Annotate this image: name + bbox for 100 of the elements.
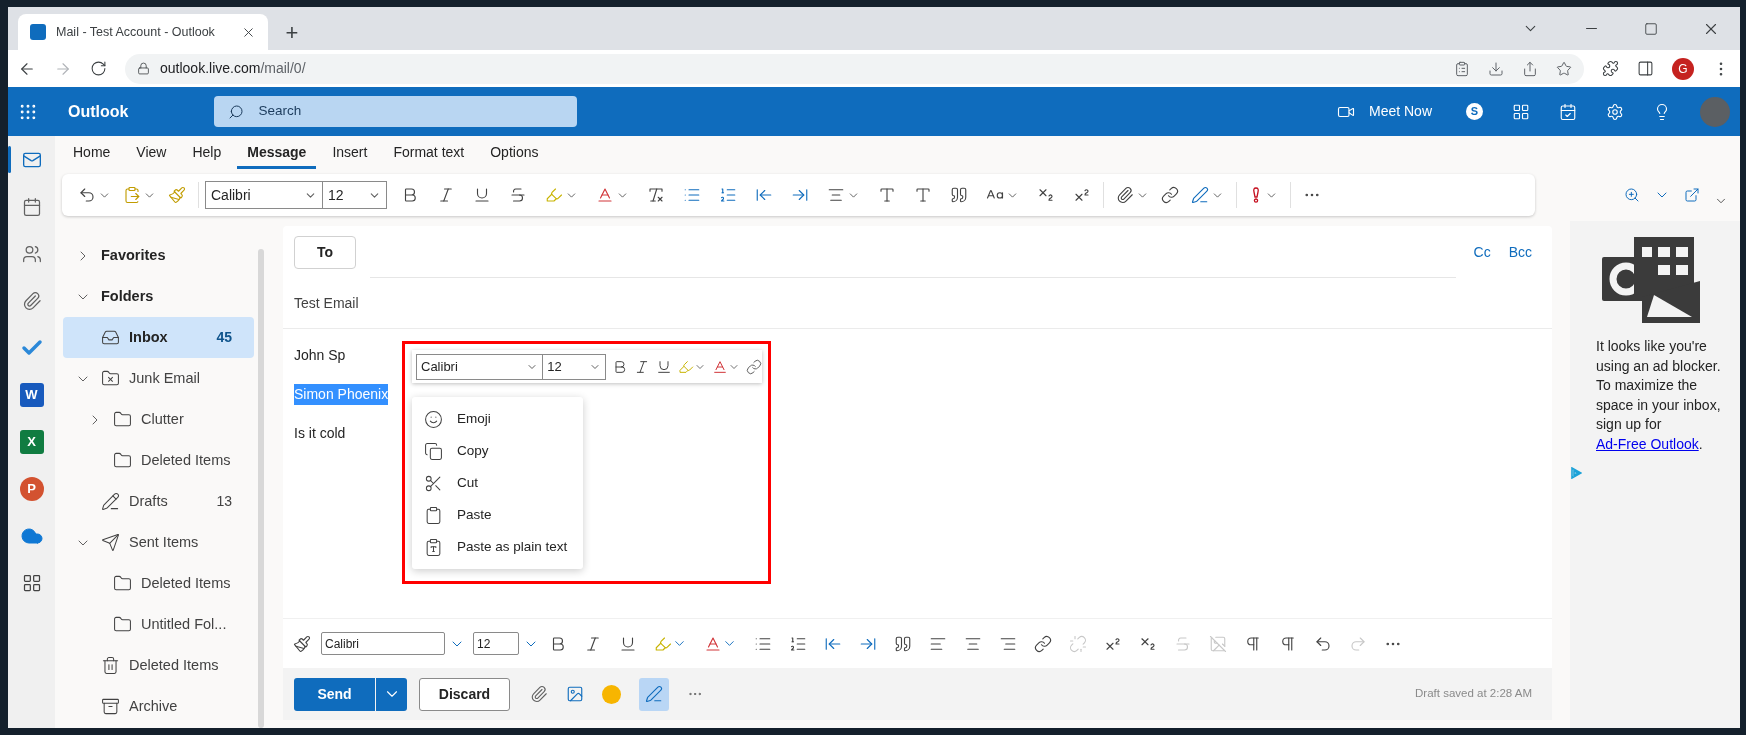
underline-icon[interactable] bbox=[473, 186, 491, 204]
share-icon[interactable] bbox=[1522, 60, 1538, 77]
folder-item[interactable]: Sent Items bbox=[63, 522, 254, 563]
folder-item[interactable]: Clutter bbox=[63, 399, 254, 440]
settings-icon[interactable] bbox=[1606, 102, 1624, 121]
right-to-left-icon[interactable] bbox=[1279, 634, 1297, 653]
font-dropdown[interactable]: Calibri bbox=[416, 353, 544, 380]
folder-item[interactable]: Folders bbox=[63, 276, 254, 317]
increase-indent-icon[interactable] bbox=[791, 186, 809, 204]
office-icon[interactable] bbox=[1512, 102, 1530, 121]
paste-icon[interactable] bbox=[123, 186, 141, 204]
link-icon[interactable] bbox=[1034, 634, 1052, 653]
word-app-icon[interactable]: W bbox=[19, 382, 44, 407]
folder-item[interactable]: Deleted Items bbox=[63, 440, 254, 481]
calendar-check-icon[interactable] bbox=[1559, 102, 1577, 121]
ribbon-tab[interactable]: Insert bbox=[322, 139, 378, 169]
font-dropdown[interactable]: Calibri bbox=[205, 181, 323, 209]
bookmark-star-icon[interactable] bbox=[1556, 60, 1572, 77]
underline-icon[interactable] bbox=[656, 358, 672, 375]
ribbon-tab[interactable]: Message bbox=[237, 139, 317, 169]
discard-button[interactable]: Discard bbox=[419, 677, 510, 711]
send-options-button[interactable] bbox=[376, 677, 407, 711]
strikethrough-icon[interactable] bbox=[509, 186, 527, 204]
undo-icon[interactable] bbox=[78, 186, 96, 204]
to-button[interactable]: To bbox=[294, 235, 356, 269]
bold-icon[interactable] bbox=[612, 358, 628, 375]
undo-icon[interactable] bbox=[1314, 634, 1332, 653]
font-color-icon[interactable] bbox=[596, 186, 614, 204]
folder-item[interactable]: Inbox 45 bbox=[63, 317, 254, 358]
image-icon[interactable] bbox=[566, 685, 584, 703]
profile-avatar[interactable]: G bbox=[1672, 57, 1694, 80]
underline-icon[interactable] bbox=[619, 634, 637, 653]
ribbon-tab[interactable]: Format text bbox=[383, 139, 475, 169]
pop-out-icon[interactable] bbox=[1684, 187, 1700, 203]
meet-now-button[interactable]: Meet Now bbox=[1336, 101, 1432, 122]
apps-icon[interactable] bbox=[21, 572, 42, 593]
editor-button[interactable] bbox=[639, 677, 669, 711]
folder-item[interactable]: Drafts 13 bbox=[63, 481, 254, 522]
font-size-dropdown[interactable]: 12 bbox=[543, 353, 606, 380]
signature-icon[interactable] bbox=[1191, 186, 1209, 204]
ribbon-tab[interactable]: View bbox=[126, 139, 177, 169]
send-button[interactable]: Send bbox=[294, 677, 375, 711]
address-bar[interactable]: outlook.live.com/mail/0/ bbox=[125, 53, 1584, 84]
folder-item[interactable]: Untitled Fol... bbox=[63, 604, 254, 645]
search-field[interactable]: Search bbox=[214, 96, 578, 127]
folder-item[interactable]: Junk Email bbox=[63, 358, 254, 399]
folder-item[interactable]: Deleted Items bbox=[63, 645, 254, 686]
menu-item[interactable]: Paste bbox=[412, 499, 583, 531]
font-size-field[interactable]: 12 bbox=[473, 632, 519, 655]
folder-item[interactable]: Favorites bbox=[63, 235, 254, 276]
side-panel-icon[interactable] bbox=[1637, 60, 1654, 77]
clear-formatting-icon[interactable] bbox=[647, 186, 665, 204]
scrollbar[interactable] bbox=[258, 249, 264, 728]
install-icon[interactable] bbox=[1488, 60, 1504, 77]
menu-item[interactable]: Copy bbox=[412, 435, 583, 467]
app-name[interactable]: Outlook bbox=[68, 99, 129, 124]
subscript-icon[interactable] bbox=[1037, 186, 1055, 204]
ribbon-tab[interactable]: Home bbox=[63, 139, 121, 169]
folder-item[interactable]: Archive bbox=[63, 686, 254, 727]
new-tab-button[interactable]: + bbox=[274, 14, 310, 50]
paperclip-icon[interactable] bbox=[530, 685, 548, 703]
powerpoint-app-icon[interactable]: P bbox=[19, 476, 44, 501]
ad-free-outlook-link[interactable]: Ad-Free Outlook bbox=[1596, 435, 1699, 452]
quote-icon[interactable] bbox=[894, 634, 912, 653]
numbered-list-icon[interactable] bbox=[789, 634, 807, 653]
italic-icon[interactable] bbox=[584, 634, 602, 653]
decrease-indent-icon[interactable] bbox=[755, 186, 773, 204]
bullet-list-icon[interactable] bbox=[683, 186, 701, 204]
quote-icon[interactable] bbox=[950, 186, 968, 204]
extensions-icon[interactable] bbox=[1602, 60, 1619, 77]
clipboard-icon[interactable] bbox=[1454, 60, 1470, 77]
menu-item[interactable]: Paste as plain text bbox=[412, 531, 583, 563]
maximize-icon[interactable] bbox=[1644, 21, 1658, 36]
italic-icon[interactable] bbox=[437, 186, 455, 204]
right-to-left-icon[interactable] bbox=[914, 186, 932, 204]
excel-app-icon[interactable]: X bbox=[19, 429, 44, 454]
format-painter-icon[interactable] bbox=[293, 634, 311, 653]
zoom-icon[interactable] bbox=[1624, 187, 1640, 203]
font-color-icon[interactable] bbox=[712, 358, 728, 375]
ribbon-tab[interactable]: Options bbox=[480, 139, 549, 169]
left-to-right-icon[interactable] bbox=[878, 186, 896, 204]
paperclip-icon[interactable] bbox=[1116, 186, 1134, 204]
paperclip-icon[interactable] bbox=[21, 290, 42, 311]
font-size-dropdown[interactable]: 12 bbox=[323, 181, 387, 209]
link-icon[interactable] bbox=[1161, 186, 1179, 204]
cc-link[interactable]: Cc bbox=[1473, 241, 1491, 263]
italic-icon[interactable] bbox=[634, 358, 650, 375]
font-field[interactable]: Calibri bbox=[321, 632, 445, 655]
browser-tab[interactable]: Mail - Test Account - Outlook bbox=[18, 14, 268, 50]
calendar-icon[interactable] bbox=[21, 196, 42, 217]
menu-item[interactable]: Cut bbox=[412, 467, 583, 499]
subject-field[interactable]: Test Email bbox=[294, 292, 359, 314]
skype-icon[interactable]: S bbox=[1466, 103, 1483, 120]
superscript-icon[interactable] bbox=[1073, 186, 1091, 204]
bcc-link[interactable]: Bcc bbox=[1508, 241, 1532, 263]
ad-choices-icon[interactable] bbox=[1570, 467, 1582, 479]
align-icon[interactable] bbox=[827, 186, 845, 204]
reload-icon[interactable] bbox=[90, 60, 107, 77]
numbered-list-icon[interactable] bbox=[719, 186, 737, 204]
menu-item[interactable]: Emoji bbox=[412, 403, 583, 435]
